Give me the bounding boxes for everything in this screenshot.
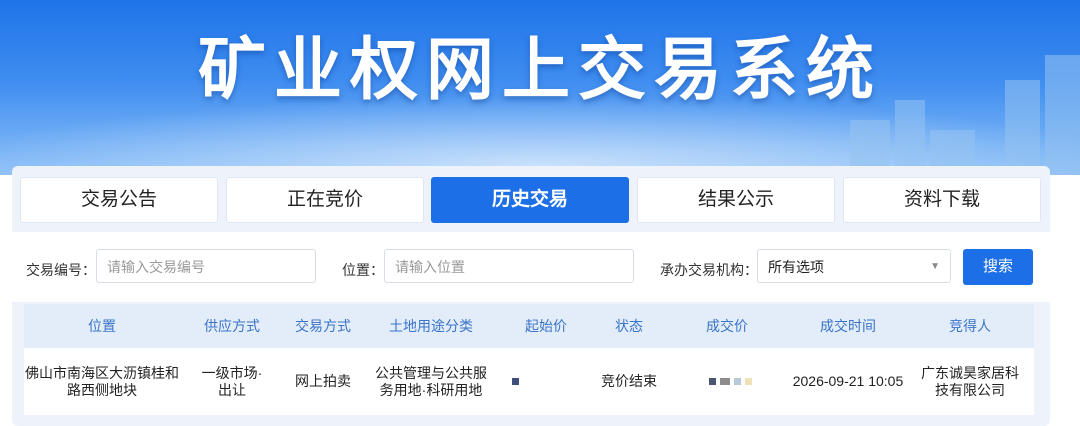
cell-deal-price [700,348,760,415]
cell-supply: 一级市场·出让 [201,364,263,398]
tab-bidding[interactable]: 正在竞价 [226,177,424,223]
tab-announcement[interactable]: 交易公告 [20,177,218,223]
cell-location: 佛山市南海区大沥镇桂和路西侧地块 [25,364,179,398]
redacted-value [708,378,716,385]
location-input[interactable]: 请输入位置 [384,249,634,283]
cell-winner: 广东诚昊家居科技有限公司 [921,364,1019,398]
col-start-price: 起始价 [525,318,567,334]
banner: 矿业权网上交易系统 [0,0,1080,175]
col-method: 交易方式 [295,318,351,334]
cell-start-price [502,348,528,415]
redacted-value [744,378,752,385]
col-winner: 竞得人 [949,318,991,334]
chevron-down-icon: ▼ [930,261,940,272]
cell-status: 竞价结束 [601,373,657,389]
tab-history[interactable]: 历史交易 [431,177,629,223]
trade-no-input[interactable]: 请输入交易编号 [96,249,316,283]
tab-bar: 交易公告 正在竞价 历史交易 结果公示 资料下载 [20,177,1041,223]
redacted-value [733,378,741,385]
filter-bar: 交易编号： 请输入交易编号 位置： 请输入位置 承办交易机构： 所有选项 ▼ 搜… [12,232,1050,302]
col-use: 土地用途分类 [389,318,473,334]
col-status: 状态 [615,318,643,334]
tab-downloads[interactable]: 资料下载 [843,177,1041,223]
tab-results[interactable]: 结果公示 [637,177,835,223]
trade-no-label: 交易编号： [26,262,96,278]
col-supply: 供应方式 [204,318,260,334]
banner-title: 矿业权网上交易系统 [197,32,882,108]
redacted-value [511,378,519,385]
search-button[interactable]: 搜索 [963,249,1033,285]
redacted-value [719,378,730,385]
agency-select-value: 所有选项 [768,259,824,275]
agency-label: 承办交易机构： [660,262,758,278]
table-row[interactable]: 佛山市南海区大沥镇桂和路西侧地块 一级市场·出让 网上拍卖 公共管理与公共服务用… [24,348,1034,415]
cell-use: 公共管理与公共服务用地·科研用地 [375,364,487,398]
cell-method: 网上拍卖 [295,373,351,389]
location-label: 位置： [342,262,384,278]
agency-select[interactable]: 所有选项 ▼ [757,249,951,283]
col-deal-price: 成交价 [706,318,748,334]
table-header: 位置 供应方式 交易方式 土地用途分类 起始价 状态 成交价 成交时间 竞得人 [24,304,1034,348]
col-deal-time: 成交时间 [820,318,876,334]
cell-deal-time: 2026-09-21 10:05 [792,373,904,389]
col-location: 位置 [88,318,116,334]
